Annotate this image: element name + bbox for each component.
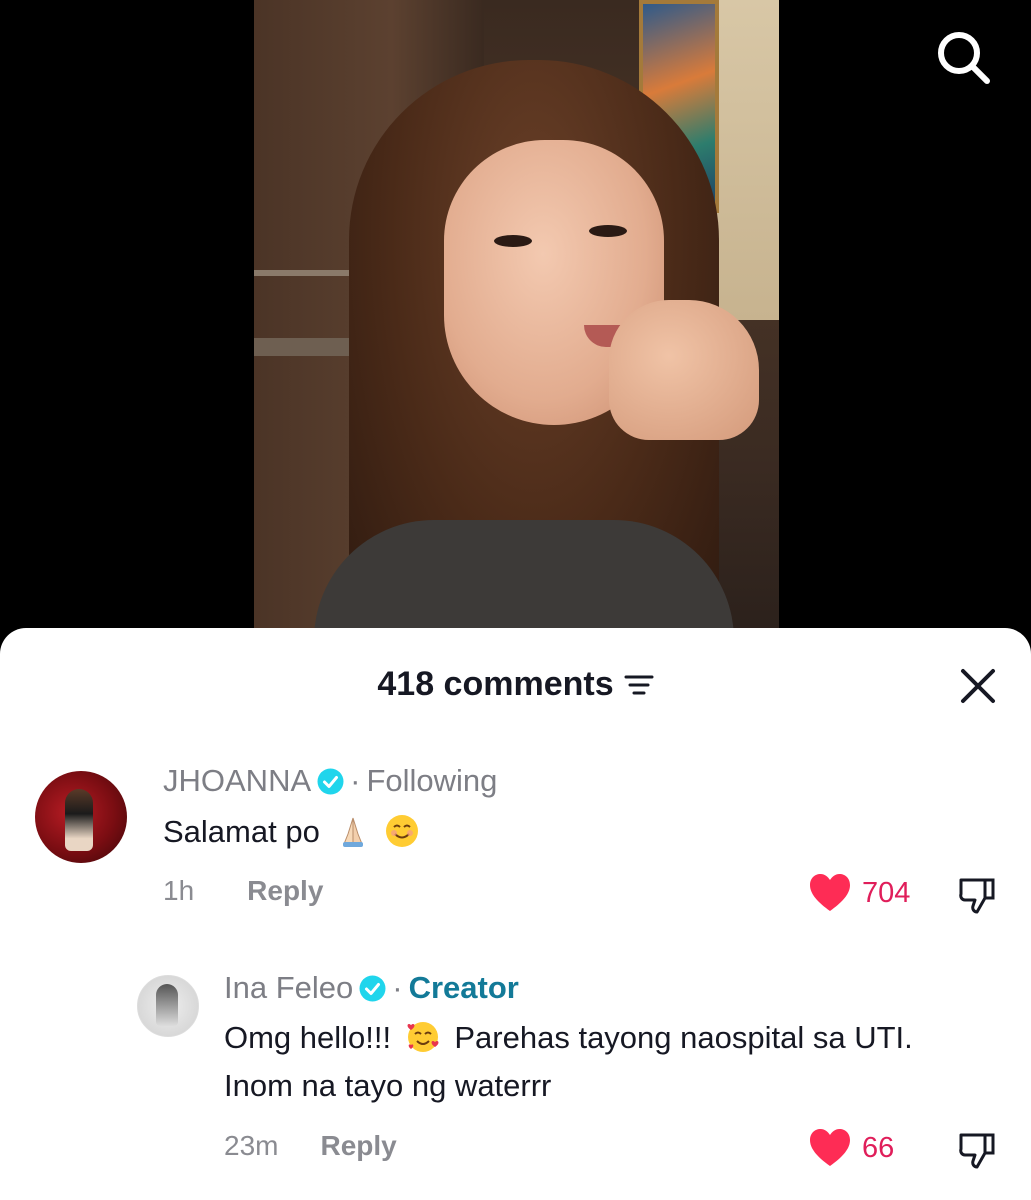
separator-dot: · [392,970,403,1005]
dislike-icon[interactable] [955,1129,999,1173]
smiling-emoji [386,815,419,847]
person-eye [494,235,532,247]
comment-line: Inom na tayo ng waterrr [224,1068,552,1103]
like-button[interactable]: 704 [808,873,910,913]
comment-text-main: Salamat po [163,814,320,849]
avatar[interactable] [137,975,199,1037]
avatar-photo [156,984,178,1026]
reply-button[interactable]: Reply [247,875,323,907]
separator-dot: · [350,763,361,798]
like-button[interactable]: 66 [808,1128,894,1168]
comments-sheet: 418 comments JHOANNA · Following Salamat… [0,628,1031,1200]
person-eye [589,225,627,237]
close-icon[interactable] [958,666,998,706]
comment-text-part: Parehas tayong naospital sa UTI. [454,1020,913,1055]
comment-text-part: Omg hello!!! [224,1020,392,1055]
verified-icon [359,975,386,1001]
heart-icon [810,1129,850,1166]
filter-icon[interactable] [624,673,654,697]
relation-label: Following [366,763,498,798]
comments-header: 418 comments [0,628,1031,738]
username[interactable]: Ina Feleo [224,970,353,1006]
video-frame [254,0,779,650]
comment-author-row: Ina Feleo · Creator [224,970,519,1006]
like-count: 66 [862,1131,895,1164]
dislike-icon[interactable] [955,874,999,918]
comment-text: Omg hello!!! Parehas tayong naospital sa… [224,1014,1014,1110]
comment-text: Salamat po [163,808,419,856]
avatar-photo [65,789,93,851]
comment-count: 418 comments [0,665,1031,704]
like-count: 704 [862,876,911,909]
praying-hands-emoji [343,817,364,847]
comment-line: Omg hello!!! Parehas tayong naospital sa… [224,1014,1014,1062]
comment-meta: 23m Reply [224,1130,397,1162]
verified-icon [317,768,344,794]
person-hand [609,300,759,440]
creator-label: Creator [408,970,519,1005]
comment-count-label: 418 comments [377,665,614,703]
comment-time: 23m [224,1130,279,1161]
video-player[interactable] [0,0,1031,650]
shelf [254,338,354,356]
comment-meta: 1h Reply [163,875,323,907]
comment-author-row: JHOANNA · Following [163,763,497,799]
comment-time: 1h [163,875,195,906]
search-icon[interactable] [932,26,994,88]
avatar[interactable] [35,771,127,863]
username[interactable]: JHOANNA [163,763,311,799]
reply-button[interactable]: Reply [320,1130,396,1162]
heart-icon [810,874,850,911]
shelf [254,270,354,276]
smiling-hearts-emoji [407,1022,439,1052]
